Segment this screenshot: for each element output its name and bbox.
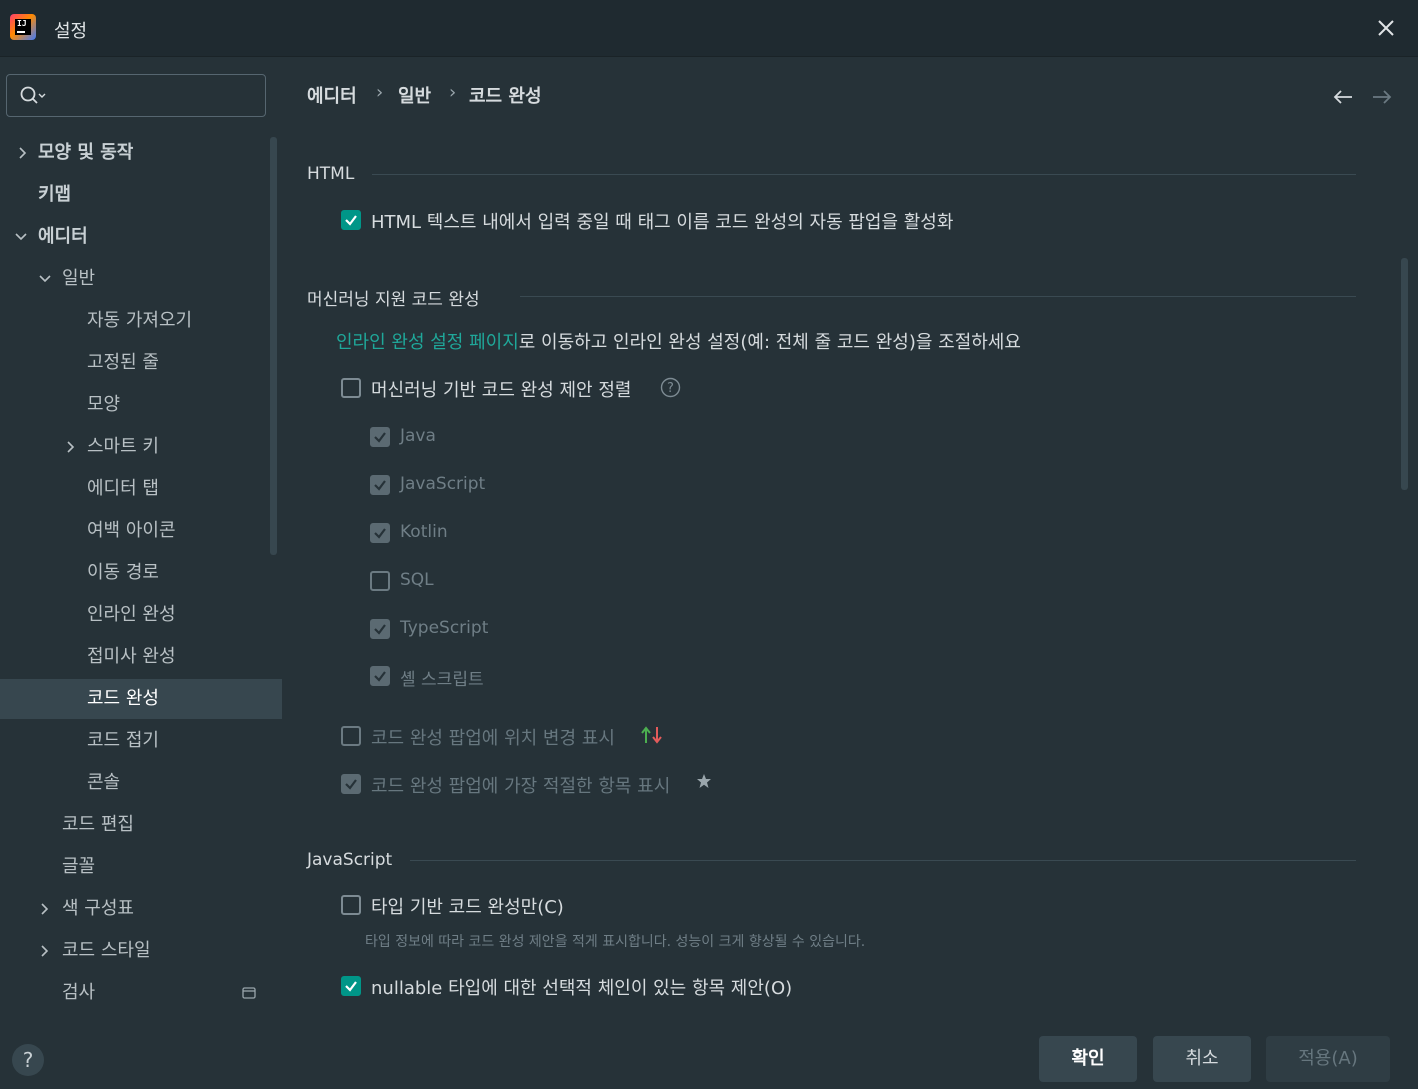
title-bar: IJ 설정 <box>0 0 1418 57</box>
ml-sort-label: 머신러닝 기반 코드 완성 제안 정렬 <box>371 380 632 401</box>
app-logo-icon: IJ <box>10 14 36 40</box>
inline-completion-hint-text: 로 이동하고 인라인 완성 설정(예: 전체 줄 코드 완성)을 조절하세요 <box>518 332 1021 353</box>
arrow-right-icon[interactable] <box>1371 87 1393 107</box>
section-title-js: JavaScript <box>307 850 393 870</box>
tree-item-appearance[interactable]: 모양 및 동작 <box>0 133 282 173</box>
section-divider <box>520 296 1356 297</box>
lang-javascript-checkbox[interactable] <box>370 475 390 495</box>
window-icon <box>242 987 256 999</box>
check-icon <box>374 624 386 635</box>
show-best-checkbox[interactable] <box>341 774 361 794</box>
svg-text:?: ? <box>667 381 674 396</box>
check-icon <box>374 432 386 443</box>
lang-java-label: Java <box>400 426 436 446</box>
tree-item-code-folding[interactable]: 코드 접기 <box>0 721 282 761</box>
lang-java-checkbox[interactable] <box>370 427 390 447</box>
tree-item-gutter-icons[interactable]: 여백 아이콘 <box>0 511 282 551</box>
chevron-right-icon[interactable] <box>16 146 30 160</box>
check-icon <box>345 215 357 226</box>
tree-item-code-completion[interactable]: 코드 완성 <box>0 679 282 719</box>
tree-item-general[interactable]: 일반 <box>0 259 282 299</box>
check-icon <box>374 528 386 539</box>
inline-completion-hint: 인라인 완성 설정 페이지로 이동하고 인라인 완성 설정(예: 전체 줄 코드… <box>336 328 1021 354</box>
breadcrumb-item-editor[interactable]: 에디터 <box>307 82 357 108</box>
nullable-chain-checkbox[interactable] <box>341 976 361 996</box>
show-position-label: 코드 완성 팝업에 위치 변경 표시 <box>371 728 615 749</box>
lang-sql-label: SQL <box>400 570 434 590</box>
tree-item-postfix-completion[interactable]: 접미사 완성 <box>0 637 282 677</box>
search-box[interactable] <box>6 74 266 117</box>
tree-item-color-scheme[interactable]: 색 구성표 <box>0 889 282 929</box>
section-divider <box>410 860 1356 861</box>
nullable-chain-label: nullable 타입에 대한 선택적 체인이 있는 항목 제안(O) <box>371 978 793 999</box>
section-divider <box>372 174 1356 175</box>
lang-shell-checkbox[interactable] <box>370 666 390 686</box>
breadcrumb-item-code-completion: 코드 완성 <box>469 86 542 107</box>
content-scrollbar[interactable] <box>1401 258 1408 490</box>
section-title-html: HTML <box>307 164 355 184</box>
tree-item-sticky-lines[interactable]: 고정된 줄 <box>0 343 282 383</box>
tree-item-keymap[interactable]: 키맵 <box>0 175 282 215</box>
tree-item-font[interactable]: 글꼴 <box>0 847 282 887</box>
tree-item-editor[interactable]: 에디터 <box>0 217 282 257</box>
arrow-left-icon[interactable] <box>1332 87 1354 107</box>
lang-kotlin-label: Kotlin <box>400 522 448 542</box>
breadcrumb-separator: › <box>449 82 457 103</box>
lang-kotlin-checkbox[interactable] <box>370 523 390 543</box>
search-icon <box>20 86 46 104</box>
apply-button[interactable]: 적용(A) <box>1266 1036 1390 1082</box>
tree-item-code-editing[interactable]: 코드 편집 <box>0 805 282 845</box>
lang-typescript-checkbox[interactable] <box>370 619 390 639</box>
cancel-button[interactable]: 취소 <box>1153 1036 1251 1082</box>
show-best-label: 코드 완성 팝업에 가장 적절한 항목 표시 <box>371 776 671 797</box>
inline-completion-settings-link[interactable]: 인라인 완성 설정 페이지 <box>336 332 519 353</box>
chevron-down-icon[interactable] <box>38 272 52 286</box>
type-based-hint: 타입 정보에 따라 코드 완성 제안을 적게 표시합니다. 성능이 크게 향상될… <box>365 934 866 950</box>
tree-item-appearance-editor[interactable]: 모양 <box>0 385 282 425</box>
type-based-checkbox[interactable] <box>341 895 361 915</box>
window-title: 설정 <box>54 21 88 42</box>
check-icon <box>374 671 386 682</box>
help-button[interactable]: ? <box>12 1044 44 1076</box>
tree-item-editor-tabs[interactable]: 에디터 탭 <box>0 469 282 509</box>
type-based-label: 타입 기반 코드 완성만(C) <box>371 897 564 918</box>
lang-shell-label: 셸 스크립트 <box>400 670 484 690</box>
ok-button[interactable]: 확인 <box>1039 1036 1137 1082</box>
check-icon <box>374 480 386 491</box>
breadcrumb-separator: › <box>376 82 384 103</box>
html-autopopup-label: HTML 텍스트 내에서 입력 중일 때 태그 이름 코드 완성의 자동 팝업을… <box>371 212 954 233</box>
lang-javascript-label: JavaScript <box>400 474 486 494</box>
tree-item-breadcrumbs[interactable]: 이동 경로 <box>0 553 282 593</box>
lang-typescript-label: TypeScript <box>400 618 489 638</box>
star-icon <box>697 774 711 788</box>
check-icon <box>345 981 357 992</box>
tree-item-inspections[interactable]: 검사 <box>0 973 282 1013</box>
chevron-down-icon[interactable] <box>14 230 28 244</box>
tree-item-console[interactable]: 콘솔 <box>0 763 282 803</box>
chevron-right-icon[interactable] <box>64 440 78 454</box>
help-icon[interactable]: ? <box>660 377 681 398</box>
chevron-right-icon[interactable] <box>38 902 52 916</box>
tree-item-smart-keys[interactable]: 스마트 키 <box>0 427 282 467</box>
search-input[interactable] <box>53 83 257 111</box>
breadcrumb-item-general[interactable]: 일반 <box>398 82 431 108</box>
html-autopopup-checkbox[interactable] <box>341 210 361 230</box>
settings-sidebar: 모양 및 동작 키맵 에디터 일반 자동 가져오기 고정된 줄 모양 스마트 키… <box>0 57 282 1023</box>
tree-item-code-style[interactable]: 코드 스타일 <box>0 931 282 971</box>
tree-item-auto-import[interactable]: 자동 가져오기 <box>0 301 282 341</box>
check-icon <box>345 779 357 790</box>
up-down-arrows-icon <box>641 726 662 744</box>
lang-sql-checkbox[interactable] <box>370 571 390 591</box>
section-title-ml: 머신러닝 지원 코드 완성 <box>307 290 480 310</box>
sidebar-scrollbar[interactable] <box>270 137 277 555</box>
close-icon[interactable] <box>1372 14 1400 42</box>
tree-item-inline-completion[interactable]: 인라인 완성 <box>0 595 282 635</box>
show-position-checkbox[interactable] <box>341 726 361 746</box>
chevron-right-icon[interactable] <box>38 944 52 958</box>
ml-sort-checkbox[interactable] <box>341 378 361 398</box>
